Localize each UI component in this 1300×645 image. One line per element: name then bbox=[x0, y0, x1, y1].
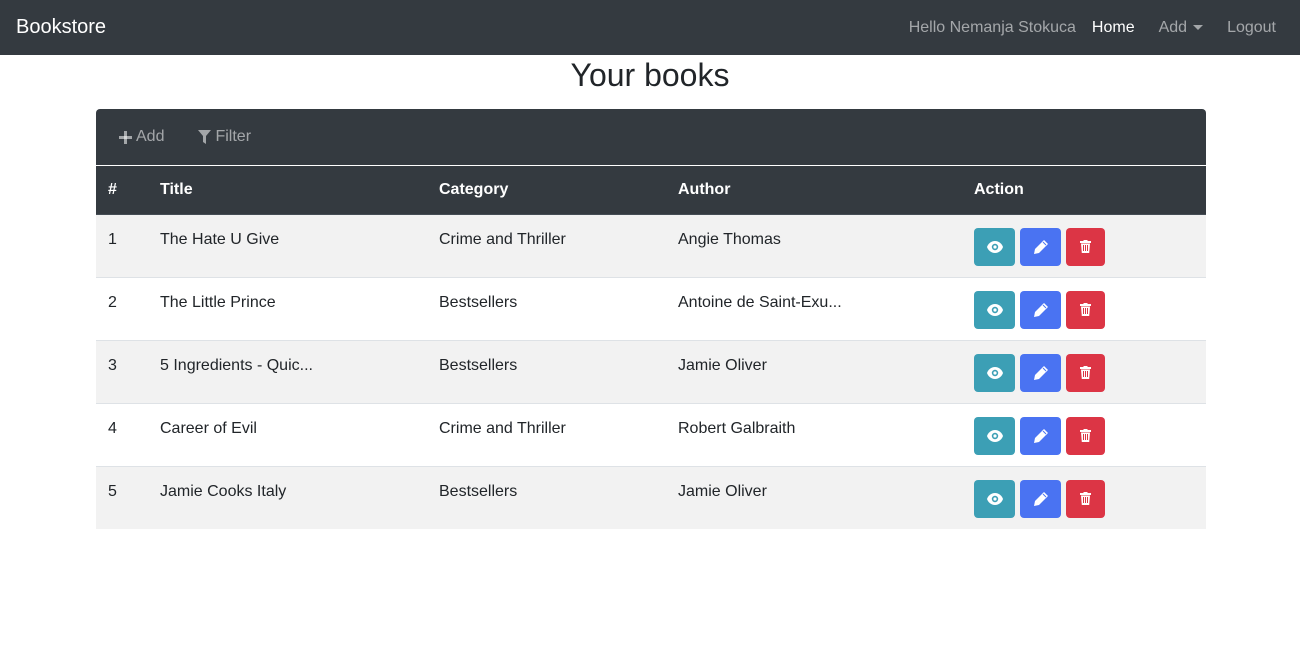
caret-down-icon bbox=[1193, 25, 1204, 30]
filter-icon bbox=[198, 130, 212, 144]
pencil-icon bbox=[1033, 239, 1048, 254]
book-title: The Hate U Give bbox=[148, 213, 427, 277]
header-action: Action bbox=[962, 166, 1206, 215]
book-actions bbox=[962, 276, 1206, 340]
header-author: Author bbox=[666, 166, 962, 215]
book-category: Crime and Thriller bbox=[427, 402, 666, 466]
filter-label: Filter bbox=[215, 128, 252, 145]
eye-icon bbox=[986, 303, 1003, 316]
book-number: 4 bbox=[96, 402, 148, 466]
book-title: Career of Evil bbox=[148, 402, 427, 466]
book-author: Jamie Oliver bbox=[666, 465, 962, 529]
book-category: Crime and Thriller bbox=[427, 213, 666, 277]
book-title: 5 Ingredients - Quic... bbox=[148, 339, 427, 403]
nav-add-dropdown[interactable]: Add bbox=[1151, 19, 1211, 37]
header-number: # bbox=[96, 166, 148, 215]
delete-book-button[interactable] bbox=[1066, 290, 1105, 329]
header-category: Category bbox=[427, 166, 666, 215]
edit-book-button[interactable] bbox=[1020, 416, 1061, 455]
edit-book-button[interactable] bbox=[1020, 290, 1061, 329]
book-category: Bestsellers bbox=[427, 339, 666, 403]
plus-icon bbox=[119, 130, 132, 144]
book-author: Angie Thomas bbox=[666, 213, 962, 277]
book-actions bbox=[962, 213, 1206, 277]
view-book-button[interactable] bbox=[974, 353, 1015, 392]
eye-icon bbox=[986, 492, 1003, 505]
table-header-row: # Title Category Author Action bbox=[96, 166, 1206, 215]
book-number: 3 bbox=[96, 339, 148, 403]
nav-logout-link[interactable]: Logout bbox=[1219, 19, 1284, 37]
top-navbar: Bookstore Hello Nemanja Stokuca Home Add… bbox=[0, 0, 1300, 55]
brand-logo[interactable]: Bookstore bbox=[16, 16, 106, 39]
nav-add-label: Add bbox=[1158, 18, 1188, 36]
book-actions bbox=[962, 402, 1206, 466]
delete-book-button[interactable] bbox=[1066, 227, 1105, 266]
books-table: # Title Category Author Action 1 The Hat… bbox=[96, 166, 1206, 529]
book-actions bbox=[962, 465, 1206, 529]
header-title: Title bbox=[148, 166, 427, 215]
table-toolbar: Add Filter bbox=[96, 109, 1206, 165]
edit-book-button[interactable] bbox=[1020, 479, 1061, 518]
delete-book-button[interactable] bbox=[1066, 479, 1105, 518]
book-actions bbox=[962, 339, 1206, 403]
book-number: 2 bbox=[96, 276, 148, 340]
book-title: The Little Prince bbox=[148, 276, 427, 340]
table-row: 4 Career of Evil Crime and Thriller Robe… bbox=[96, 402, 1206, 466]
view-book-button[interactable] bbox=[974, 416, 1015, 455]
book-author: Robert Galbraith bbox=[666, 402, 962, 466]
nav-home-link[interactable]: Home bbox=[1084, 19, 1143, 37]
view-book-button[interactable] bbox=[974, 290, 1015, 329]
pencil-icon bbox=[1033, 491, 1048, 506]
eye-icon bbox=[986, 240, 1003, 253]
trash-icon bbox=[1080, 240, 1091, 253]
table-row: 5 Jamie Cooks Italy Bestsellers Jamie Ol… bbox=[96, 465, 1206, 529]
edit-book-button[interactable] bbox=[1020, 227, 1061, 266]
add-book-button[interactable]: Add bbox=[115, 128, 168, 146]
table-row: 1 The Hate U Give Crime and Thriller Ang… bbox=[96, 213, 1206, 277]
page-title: Your books bbox=[570, 57, 730, 93]
trash-icon bbox=[1080, 492, 1091, 505]
trash-icon bbox=[1080, 303, 1091, 316]
eye-icon bbox=[986, 429, 1003, 442]
book-category: Bestsellers bbox=[427, 276, 666, 340]
delete-book-button[interactable] bbox=[1066, 416, 1105, 455]
table-row: 2 The Little Prince Bestsellers Antoine … bbox=[96, 276, 1206, 340]
book-author: Antoine de Saint-Exu... bbox=[666, 276, 962, 340]
trash-icon bbox=[1080, 429, 1091, 442]
filter-button[interactable]: Filter bbox=[194, 128, 255, 146]
navbar-right: Hello Nemanja Stokuca Home Add Logout bbox=[909, 0, 1284, 55]
delete-book-button[interactable] bbox=[1066, 353, 1105, 392]
book-category: Bestsellers bbox=[427, 465, 666, 529]
pencil-icon bbox=[1033, 428, 1048, 443]
pencil-icon bbox=[1033, 365, 1048, 380]
trash-icon bbox=[1080, 366, 1091, 379]
view-book-button[interactable] bbox=[974, 479, 1015, 518]
table-row: 3 5 Ingredients - Quic... Bestsellers Ja… bbox=[96, 339, 1206, 403]
book-number: 5 bbox=[96, 465, 148, 529]
eye-icon bbox=[986, 366, 1003, 379]
add-book-label: Add bbox=[136, 128, 165, 145]
book-number: 1 bbox=[96, 213, 148, 277]
view-book-button[interactable] bbox=[974, 227, 1015, 266]
user-greeting: Hello Nemanja Stokuca bbox=[908, 18, 1076, 36]
pencil-icon bbox=[1033, 302, 1048, 317]
book-title: Jamie Cooks Italy bbox=[148, 465, 427, 529]
edit-book-button[interactable] bbox=[1020, 353, 1061, 392]
book-author: Jamie Oliver bbox=[666, 339, 962, 403]
